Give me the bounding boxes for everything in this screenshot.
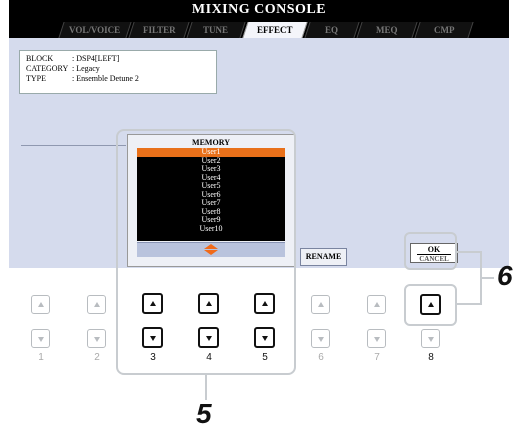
panel-button-1-down[interactable] — [31, 329, 50, 348]
down-arrow-icon — [37, 336, 44, 342]
down-arrow-icon — [317, 336, 324, 342]
divider — [21, 145, 126, 146]
button-number: 1 — [38, 352, 44, 363]
down-arrow-icon — [373, 336, 380, 342]
panel-button-4-down[interactable] — [198, 327, 219, 348]
down-arrow-icon — [427, 336, 434, 342]
callout-line — [456, 303, 482, 305]
panel-button-7-up[interactable] — [367, 295, 386, 314]
callout-line — [456, 251, 482, 253]
tab-cmp[interactable]: CMP — [414, 22, 474, 38]
tab-effect[interactable]: EFFECT — [242, 22, 308, 38]
down-arrow-icon — [261, 335, 268, 341]
panel-button-6-down[interactable] — [311, 329, 330, 348]
down-arrow-icon — [149, 335, 156, 341]
callout-line — [205, 374, 207, 400]
button-number: 5 — [262, 352, 268, 363]
panel-button-3-up[interactable] — [142, 293, 163, 314]
panel-button-8-down[interactable] — [421, 329, 440, 348]
panel-button-6-up[interactable] — [311, 295, 330, 314]
up-arrow-icon — [93, 301, 100, 307]
up-arrow-icon — [261, 300, 268, 306]
tab-tune[interactable]: TUNE — [186, 22, 246, 38]
up-arrow-icon — [317, 301, 324, 307]
up-arrow-icon — [149, 300, 156, 306]
tab-vol-voice[interactable]: VOL/VOICE — [58, 22, 132, 38]
panel-button-5-up[interactable] — [254, 293, 275, 314]
up-arrow-icon — [37, 301, 44, 307]
ok-callout-frame — [404, 232, 457, 270]
button-number: 6 — [318, 352, 324, 363]
screen-title: MIXING CONSOLE — [191, 2, 327, 17]
step-label-ok: 6 — [497, 260, 513, 291]
button-number: 3 — [150, 352, 156, 363]
info-row-block: BLOCK: DSP4[LEFT] — [26, 54, 120, 63]
step-label-memory: 5 — [196, 398, 212, 429]
up-arrow-icon — [205, 300, 212, 306]
panel-button-2-down[interactable] — [87, 329, 106, 348]
panel-button-1-up[interactable] — [31, 295, 50, 314]
tab-eq[interactable]: EQ — [304, 22, 360, 38]
down-arrow-icon — [93, 336, 100, 342]
button-number: 7 — [374, 352, 380, 363]
info-row-category: CATEGORY: Legacy — [26, 64, 100, 73]
panel-button-2-up[interactable] — [87, 295, 106, 314]
button-number: 8 — [428, 352, 434, 363]
panel-button-7-down[interactable] — [367, 329, 386, 348]
button-number: 4 — [206, 352, 212, 363]
tab-filter[interactable]: FILTER — [128, 22, 190, 38]
up-arrow-icon — [427, 301, 434, 307]
title-bar: MIXING CONSOLE VOL/VOICE FILTER TUNE EFF… — [9, 0, 509, 38]
down-arrow-icon — [205, 335, 212, 341]
panel-button-8-up[interactable] — [420, 294, 441, 315]
effect-info-box: BLOCK: DSP4[LEFT] CATEGORY: Legacy TYPE:… — [19, 50, 217, 94]
panel-button-5-down[interactable] — [254, 327, 275, 348]
rename-button[interactable]: RENAME — [300, 248, 347, 266]
callout-line — [480, 277, 494, 279]
panel-button-4-up[interactable] — [198, 293, 219, 314]
tab-meq[interactable]: MEQ — [356, 22, 418, 38]
up-arrow-icon — [373, 301, 380, 307]
info-row-type: TYPE: Ensemble Detune 2 — [26, 74, 139, 83]
button-number: 2 — [94, 352, 100, 363]
panel-button-3-down[interactable] — [142, 327, 163, 348]
